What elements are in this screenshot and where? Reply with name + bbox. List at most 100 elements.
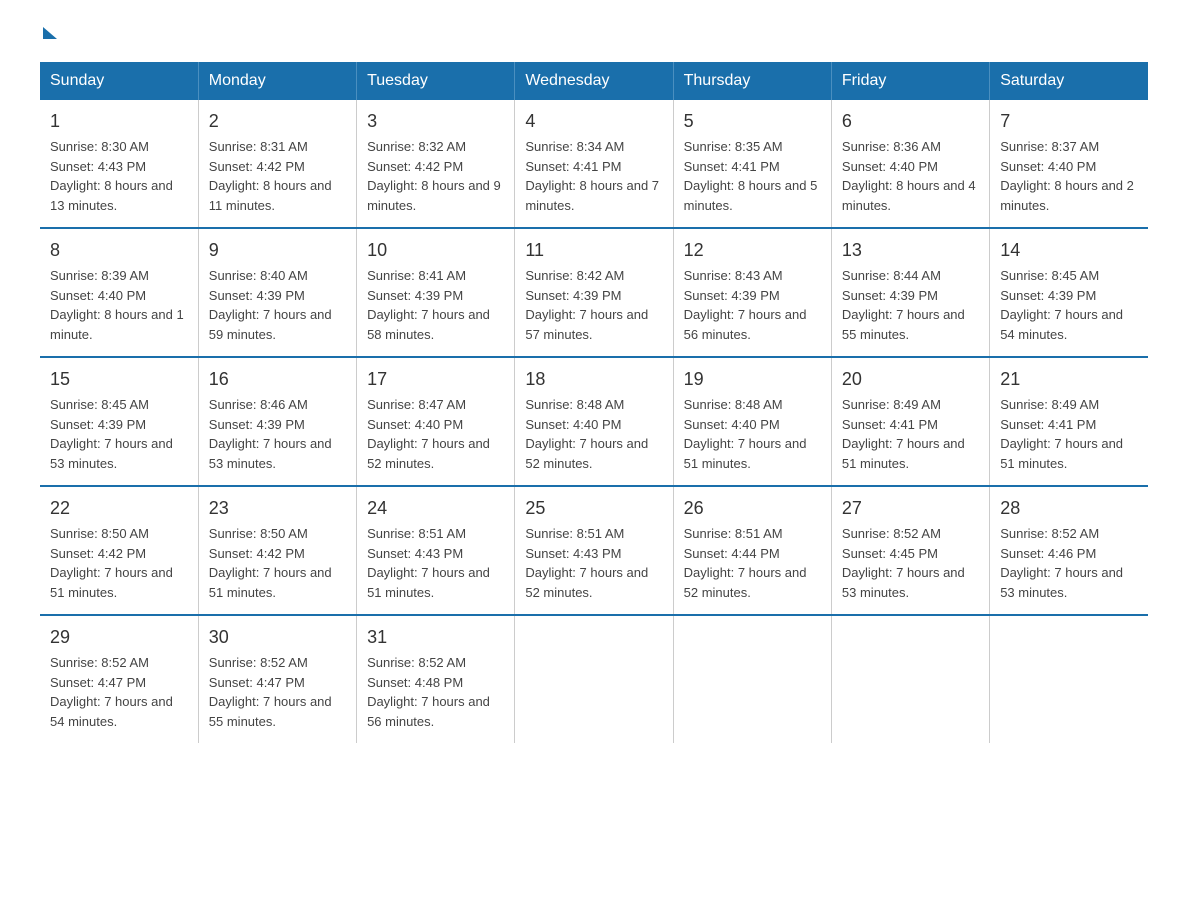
column-header-monday: Monday [198, 62, 356, 100]
calendar-cell: 15Sunrise: 8:45 AMSunset: 4:39 PMDayligh… [40, 357, 198, 486]
sunset-text: Sunset: 4:39 PM [209, 417, 305, 432]
calendar-cell: 14 Sunrise: 8:45 AM Sunset: 4:39 PM Dayligh… [990, 228, 1148, 357]
day-number: 5 [684, 108, 821, 135]
logo [40, 30, 57, 42]
calendar-cell: 22Sunrise: 8:50 AMSunset: 4:42 PMDayligh… [40, 486, 198, 615]
column-header-wednesday: Wednesday [515, 62, 673, 100]
day-number: 6 [842, 108, 979, 135]
sunrise-text: Sunrise: 8:36 AM [842, 139, 941, 154]
calendar-cell: 24Sunrise: 8:51 AMSunset: 4:43 PMDayligh… [357, 486, 515, 615]
day-number: 22 [50, 495, 188, 522]
calendar-cell: 16Sunrise: 8:46 AMSunset: 4:39 PMDayligh… [198, 357, 356, 486]
sunset-text: Sunset: 4:47 PM [209, 675, 305, 690]
daylight-text: Daylight: 7 hours and 52 minutes. [525, 565, 648, 600]
day-number: 7 [1000, 108, 1138, 135]
calendar-table: SundayMondayTuesdayWednesdayThursdayFrid… [40, 62, 1148, 743]
calendar-cell [990, 615, 1148, 743]
sunset-text: Sunset: 4:39 PM [684, 288, 780, 303]
daylight-text: Daylight: 7 hours and 53 minutes. [842, 565, 965, 600]
day-number: 11 [525, 237, 662, 264]
daylight-text: Daylight: 7 hours and 51 minutes. [684, 436, 807, 471]
sunrise-text: Sunrise: 8:49 AM [1000, 397, 1099, 412]
daylight-text: Daylight: 8 hours and 2 minutes. [1000, 178, 1134, 213]
calendar-cell [831, 615, 989, 743]
sunrise-text: Sunrise: 8:46 AM [209, 397, 308, 412]
sunset-text: Sunset: 4:39 PM [209, 288, 305, 303]
calendar-cell: 21Sunrise: 8:49 AMSunset: 4:41 PMDayligh… [990, 357, 1148, 486]
sunrise-text: Sunrise: 8:52 AM [50, 655, 149, 670]
sunset-text: Sunset: 4:39 PM [50, 417, 146, 432]
day-number: 28 [1000, 495, 1138, 522]
sunrise-text: Sunrise: 8:37 AM [1000, 139, 1099, 154]
daylight-text: Daylight: 8 hours and 5 minutes. [684, 178, 818, 213]
column-header-tuesday: Tuesday [357, 62, 515, 100]
day-number: 10 [367, 237, 504, 264]
sunset-text: Sunset: 4:42 PM [50, 546, 146, 561]
calendar-week-row: 15Sunrise: 8:45 AMSunset: 4:39 PMDayligh… [40, 357, 1148, 486]
day-number: 13 [842, 237, 979, 264]
calendar-week-row: 8Sunrise: 8:39 AMSunset: 4:40 PMDaylight… [40, 228, 1148, 357]
sunrise-text: Sunrise: 8:44 AM [842, 268, 941, 283]
daylight-text: Daylight: 7 hours and 53 minutes. [1000, 565, 1123, 600]
day-number: 25 [525, 495, 662, 522]
calendar-week-row: 22 Sunrise: 8:50 AM Sunset: 4:42 PM Dayligh… [40, 486, 1148, 615]
sunset-text: Sunset: 4:47 PM [50, 675, 146, 690]
sunrise-text: Sunrise: 8:51 AM [525, 526, 624, 541]
sunrise-text: Sunrise: 8:35 AM [684, 139, 783, 154]
sunrise-text: Sunrise: 8:41 AM [367, 268, 466, 283]
sunset-text: Sunset: 4:42 PM [209, 546, 305, 561]
column-header-friday: Friday [831, 62, 989, 100]
sunrise-text: Sunrise: 8:49 AM [842, 397, 941, 412]
calendar-cell: 4Sunrise: 8:34 AMSunset: 4:41 PMDaylight… [515, 100, 673, 228]
sunrise-text: Sunrise: 8:42 AM [525, 268, 624, 283]
daylight-text: Daylight: 7 hours and 58 minutes. [367, 307, 490, 342]
column-header-saturday: Saturday [990, 62, 1148, 100]
calendar-cell: 3Sunrise: 8:32 AMSunset: 4:42 PMDaylight… [357, 100, 515, 228]
daylight-text: Daylight: 7 hours and 51 minutes. [367, 565, 490, 600]
daylight-text: Daylight: 8 hours and 7 minutes. [525, 178, 659, 213]
sunset-text: Sunset: 4:44 PM [684, 546, 780, 561]
day-number: 4 [525, 108, 662, 135]
sunset-text: Sunset: 4:39 PM [1000, 288, 1096, 303]
daylight-text: Daylight: 7 hours and 59 minutes. [209, 307, 332, 342]
sunrise-text: Sunrise: 8:45 AM [1000, 268, 1099, 283]
sunrise-text: Sunrise: 8:52 AM [842, 526, 941, 541]
calendar-cell: 5 Sunrise: 8:35 AM Sunset: 4:41 PM Daylight… [673, 100, 831, 228]
daylight-text: Daylight: 7 hours and 55 minutes. [842, 307, 965, 342]
daylight-text: Daylight: 7 hours and 56 minutes. [367, 694, 490, 729]
sunrise-text: Sunrise: 8:51 AM [684, 526, 783, 541]
sunset-text: Sunset: 4:39 PM [367, 288, 463, 303]
day-number: 1 [50, 108, 188, 135]
day-number: 2 [209, 108, 346, 135]
sunset-text: Sunset: 4:39 PM [525, 288, 621, 303]
page-header [40, 30, 1148, 42]
daylight-text: Daylight: 7 hours and 54 minutes. [1000, 307, 1123, 342]
calendar-cell: 19Sunrise: 8:48 AMSunset: 4:40 PMDayligh… [673, 357, 831, 486]
day-number: 29 [50, 624, 188, 651]
calendar-cell: 11Sunrise: 8:42 AMSunset: 4:39 PMDayligh… [515, 228, 673, 357]
daylight-text: Daylight: 7 hours and 51 minutes. [1000, 436, 1123, 471]
calendar-cell: 12 Sunrise: 8:43 AM Sunset: 4:39 PM Dayligh… [673, 228, 831, 357]
day-number: 23 [209, 495, 346, 522]
day-number: 14 [1000, 237, 1138, 264]
sunset-text: Sunset: 4:43 PM [525, 546, 621, 561]
calendar-cell: 10 Sunrise: 8:41 AM Sunset: 4:39 PM Dayligh… [357, 228, 515, 357]
calendar-week-row: 1Sunrise: 8:30 AMSunset: 4:43 PMDaylight… [40, 100, 1148, 228]
daylight-text: Daylight: 7 hours and 56 minutes. [684, 307, 807, 342]
day-number: 30 [209, 624, 346, 651]
calendar-cell: 25 Sunrise: 8:51 AM Sunset: 4:43 PM Dayligh… [515, 486, 673, 615]
sunrise-text: Sunrise: 8:51 AM [367, 526, 466, 541]
sunrise-text: Sunrise: 8:45 AM [50, 397, 149, 412]
column-header-sunday: Sunday [40, 62, 198, 100]
sunset-text: Sunset: 4:41 PM [684, 159, 780, 174]
daylight-text: Daylight: 8 hours and 4 minutes. [842, 178, 976, 213]
sunset-text: Sunset: 4:41 PM [842, 417, 938, 432]
sunrise-text: Sunrise: 8:50 AM [209, 526, 308, 541]
sunset-text: Sunset: 4:42 PM [209, 159, 305, 174]
sunrise-text: Sunrise: 8:48 AM [525, 397, 624, 412]
day-number: 12 [684, 237, 821, 264]
sunrise-text: Sunrise: 8:34 AM [525, 139, 624, 154]
calendar-cell: 8Sunrise: 8:39 AMSunset: 4:40 PMDaylight… [40, 228, 198, 357]
sunrise-text: Sunrise: 8:43 AM [684, 268, 783, 283]
calendar-week-row: 29 Sunrise: 8:52 AM Sunset: 4:47 PM Dayligh… [40, 615, 1148, 743]
